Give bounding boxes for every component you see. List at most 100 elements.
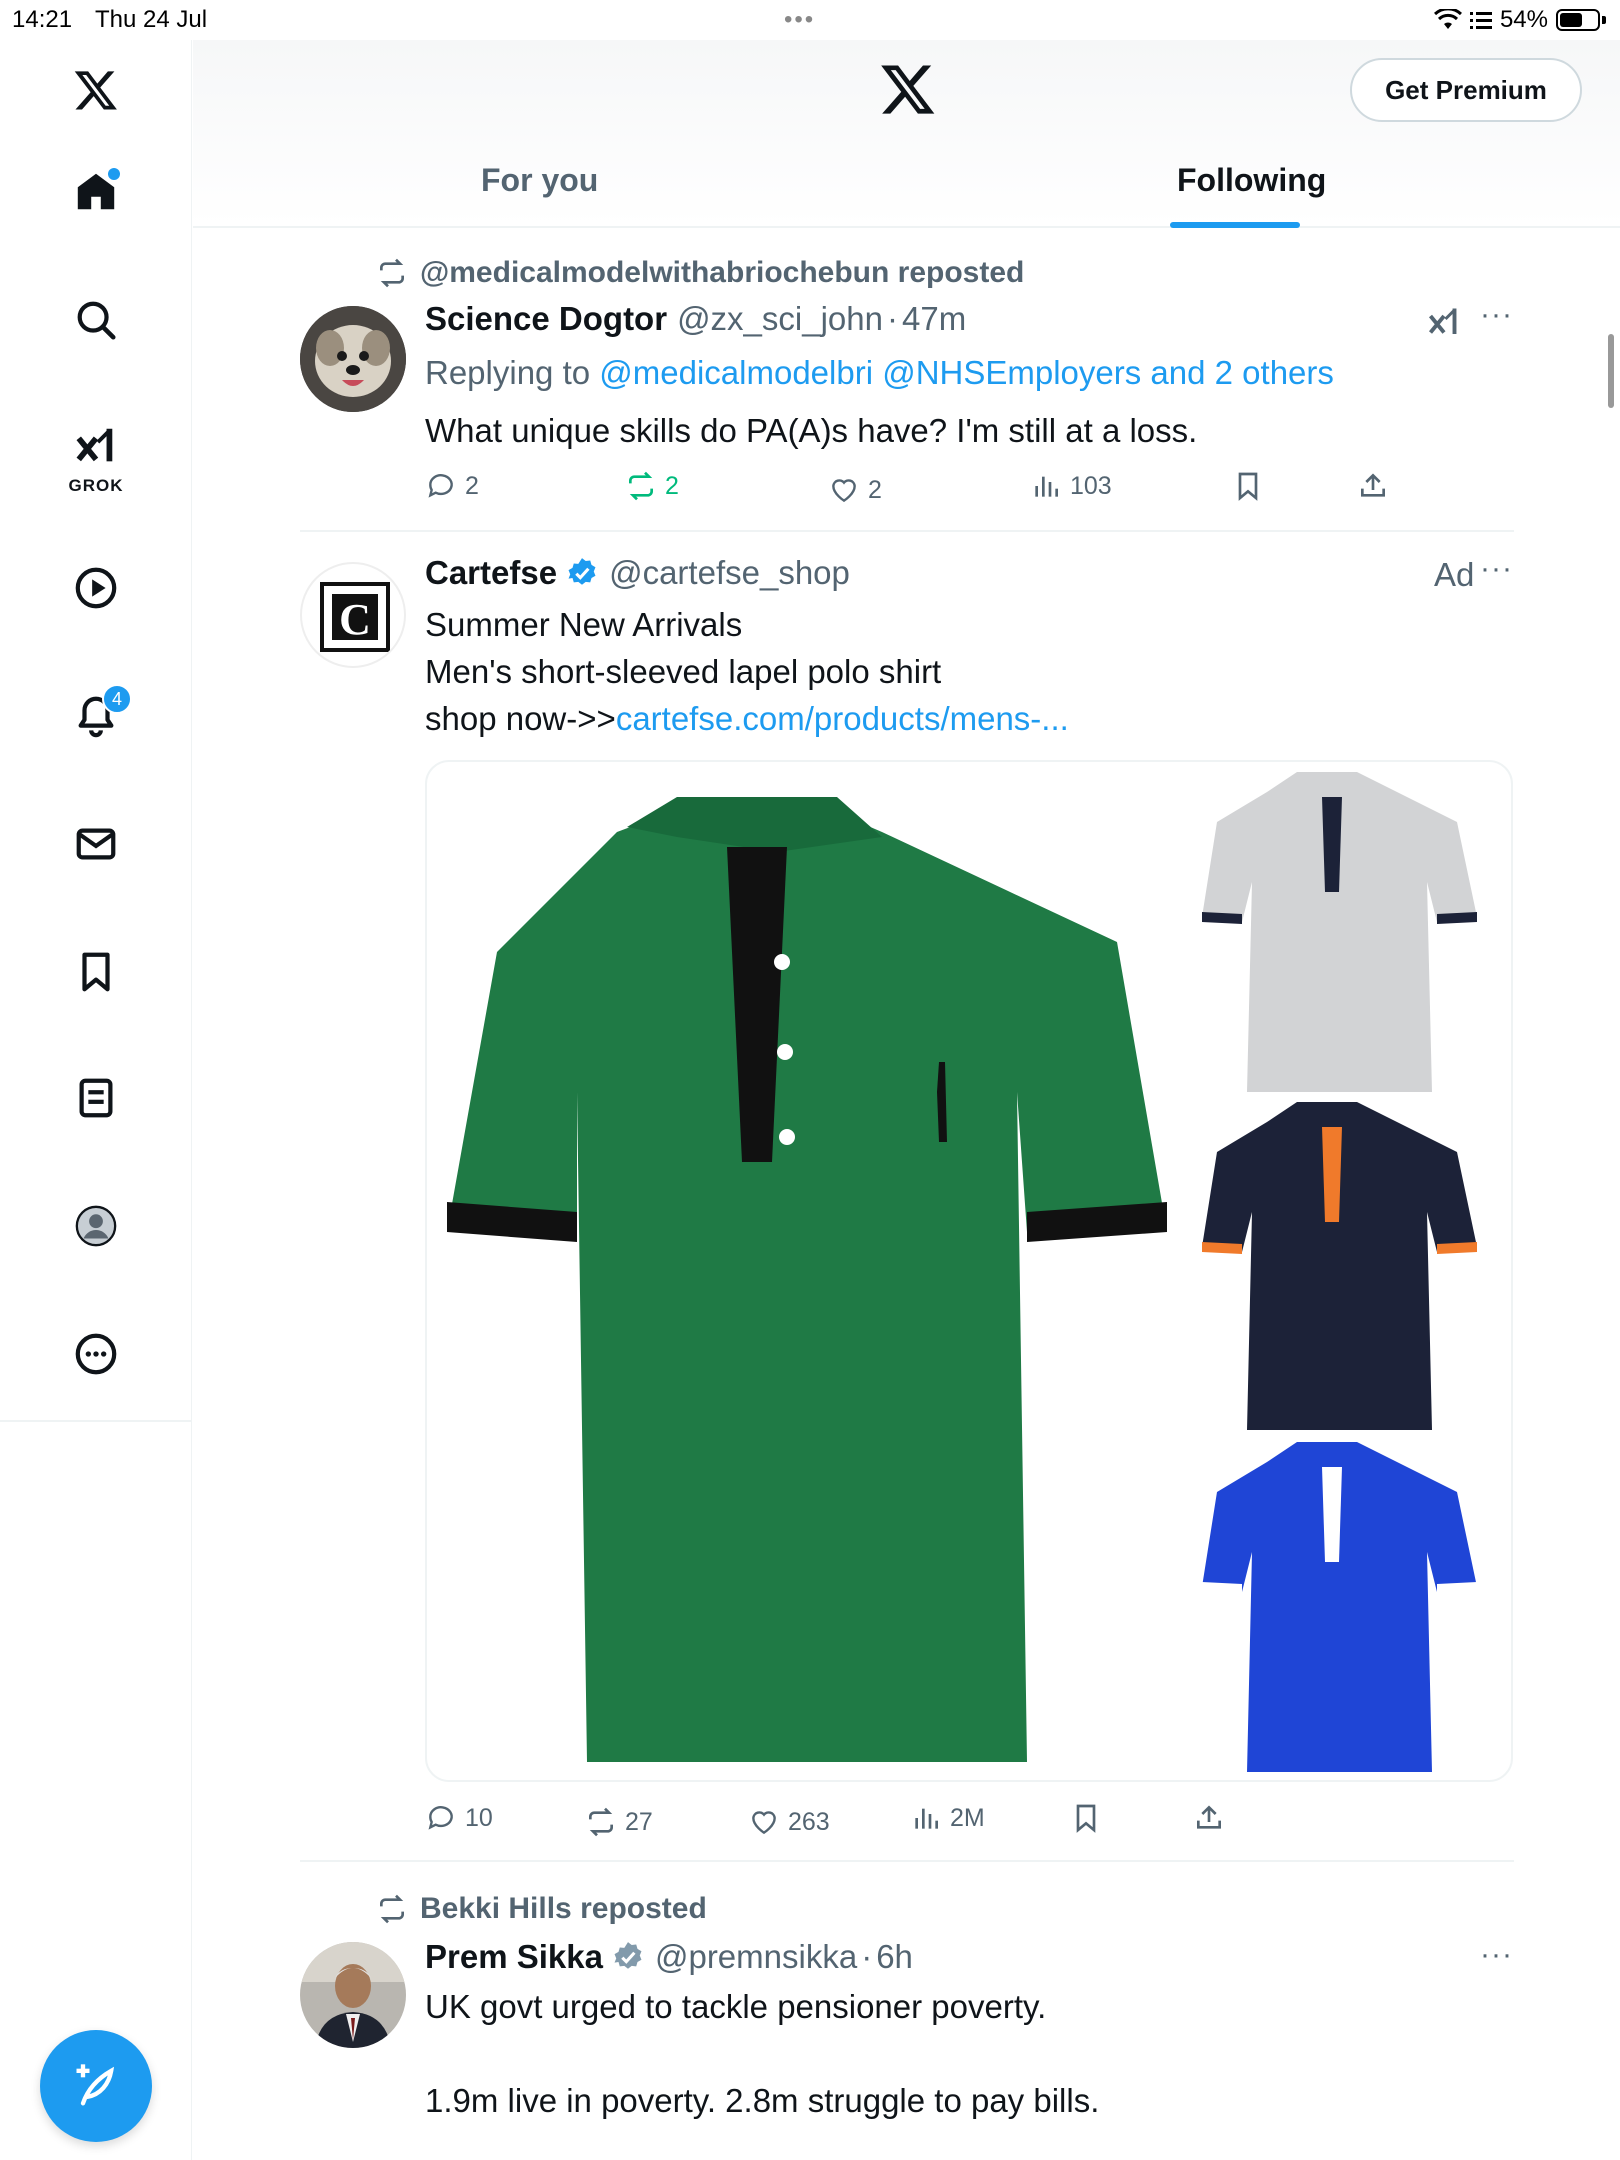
avatar-prem-sikka[interactable] [300, 1942, 406, 2048]
avatar-cartefse[interactable]: C [300, 562, 406, 668]
messages-mail-icon[interactable] [66, 814, 126, 874]
view-count: 103 [1070, 471, 1112, 500]
video-play-icon[interactable] [66, 558, 126, 618]
grok-label: GROK [68, 476, 124, 495]
reply-prefix: Replying to [425, 354, 600, 391]
post-more-icon[interactable]: ··· [1480, 552, 1513, 586]
author-handle[interactable]: @zx_sci_john [677, 300, 883, 338]
get-premium-button[interactable]: Get Premium [1350, 58, 1582, 122]
author-name[interactable]: Science Dogtor [425, 300, 667, 338]
ad-line-2: Men's short-sleeved lapel polo shirt [425, 653, 942, 690]
author-name[interactable]: Cartefse [425, 554, 557, 592]
dog-avatar-image [300, 306, 406, 412]
ad-line-3: shop now->>cartefse.com/products/mens-..… [425, 696, 1069, 742]
repost-button[interactable]: 27 [585, 1806, 653, 1838]
active-tab-indicator [1170, 222, 1300, 228]
cartefse-logo-icon: C [320, 582, 390, 652]
x-logo-icon[interactable] [66, 60, 126, 120]
sidebar-divider [0, 1420, 192, 1422]
post-divider [300, 530, 1514, 532]
repost-icon [629, 471, 653, 501]
repost-icon [589, 1807, 613, 1837]
share-button[interactable] [1193, 1802, 1225, 1834]
like-button[interactable]: 263 [748, 1806, 830, 1838]
home-icon[interactable] [66, 162, 126, 222]
post-more-icon[interactable]: ··· [1480, 1938, 1513, 1972]
tab-for-you[interactable]: For you [481, 162, 598, 228]
grey-polo-shirt [1202, 772, 1477, 1092]
reply-icon [428, 1806, 453, 1830]
battery-tip [1602, 16, 1606, 24]
repost-button[interactable]: 2 [625, 470, 679, 502]
author-handle[interactable]: @cartefse_shop [609, 554, 850, 592]
post-time: 6h [876, 1938, 913, 1975]
bookmark-button[interactable] [1232, 470, 1264, 502]
more-options-icon[interactable] [66, 1324, 126, 1384]
like-button[interactable]: 2 [828, 474, 882, 506]
post-body-line-1: UK govt urged to tackle pensioner povert… [425, 1988, 1047, 2025]
post-header: Prem Sikka @premnsikka · 6h [425, 1938, 913, 1976]
bookmark-icon [1076, 1804, 1096, 1833]
reply-button[interactable]: 2 [425, 470, 479, 502]
avatar-science-dogtor[interactable] [300, 306, 406, 412]
grok-explain-icon[interactable] [1426, 304, 1462, 340]
verified-badge-icon [568, 558, 596, 585]
repost-label: Bekki Hills reposted [420, 1892, 707, 1925]
author-name[interactable]: Prem Sikka [425, 1938, 603, 1976]
navy-polo-shirt [1202, 1102, 1477, 1430]
ad-line-1: Summer New Arrivals [425, 606, 743, 643]
bookmarks-icon[interactable] [66, 942, 126, 1002]
post-divider [300, 1860, 1514, 1862]
repost-label: @medicalmodelwithabriochebun reposted [420, 256, 1025, 289]
share-icon [1197, 1805, 1221, 1829]
separator-dot: · [887, 300, 898, 337]
share-icon [1361, 473, 1385, 497]
product-link[interactable]: cartefse.com/products/mens-... [616, 700, 1069, 737]
separator-dot: · [861, 1938, 873, 1975]
x-header-logo-icon[interactable] [879, 60, 937, 118]
reply-button[interactable]: 10 [425, 1802, 493, 1834]
reply-to-link[interactable]: @medicalmodelbri @NHSEmployers and 2 oth… [599, 354, 1334, 391]
views-button[interactable]: 2M [910, 1802, 985, 1834]
bookmark-button[interactable] [1070, 1802, 1102, 1834]
battery-icon [1556, 9, 1600, 31]
like-count: 263 [788, 1807, 830, 1836]
views-chart-icon [1035, 476, 1058, 497]
notifications-bell-icon[interactable]: 4 [66, 684, 132, 746]
ad-label: Ad [1434, 556, 1475, 593]
status-indicators: 54% [1433, 6, 1606, 34]
repost-icon [380, 258, 404, 288]
sidebar: GROK 4 [0, 40, 192, 2160]
repost-indicator: Bekki Hills reposted [376, 1892, 707, 1926]
person-avatar-image [300, 1942, 406, 2048]
notifications-badge: 4 [102, 684, 132, 714]
ad-media-image[interactable] [425, 760, 1513, 1782]
repost-count: 2 [665, 471, 679, 500]
search-icon[interactable] [66, 290, 126, 350]
multitasking-dots-icon[interactable]: ••• [784, 6, 815, 34]
share-button[interactable] [1357, 470, 1389, 502]
scrollbar[interactable] [1608, 334, 1614, 408]
profile-avatar-icon[interactable] [66, 1196, 126, 1256]
timeline-header: Get Premium For you Following [193, 40, 1620, 228]
status-time: 14:21 [12, 6, 73, 33]
repost-count: 27 [625, 1807, 653, 1836]
verified-badge-icon [614, 1942, 642, 1969]
shop-now-prefix: shop now->> [425, 700, 616, 737]
views-button[interactable]: 103 [1030, 470, 1112, 502]
grok-icon[interactable] [66, 416, 126, 476]
status-bar: 14:21 Thu 24 Jul ••• 54% [0, 0, 1620, 40]
reply-context: Replying to @medicalmodelbri @NHSEmploye… [425, 350, 1334, 396]
post-more-icon[interactable]: ··· [1480, 298, 1513, 332]
tab-following[interactable]: Following [1177, 162, 1326, 228]
blue-polo-shirt [1202, 1442, 1477, 1772]
battery-percent: 54% [1499, 6, 1548, 33]
like-count: 2 [868, 475, 882, 504]
post-time: 47m [902, 300, 967, 337]
compose-post-button[interactable] [40, 2030, 152, 2142]
bookmark-icon [1238, 472, 1258, 501]
lists-icon[interactable] [66, 1068, 126, 1128]
post-header: Science Dogtor @zx_sci_john · 47m [425, 300, 966, 338]
author-handle[interactable]: @premnsikka [655, 1938, 857, 1976]
heart-icon [832, 479, 856, 503]
